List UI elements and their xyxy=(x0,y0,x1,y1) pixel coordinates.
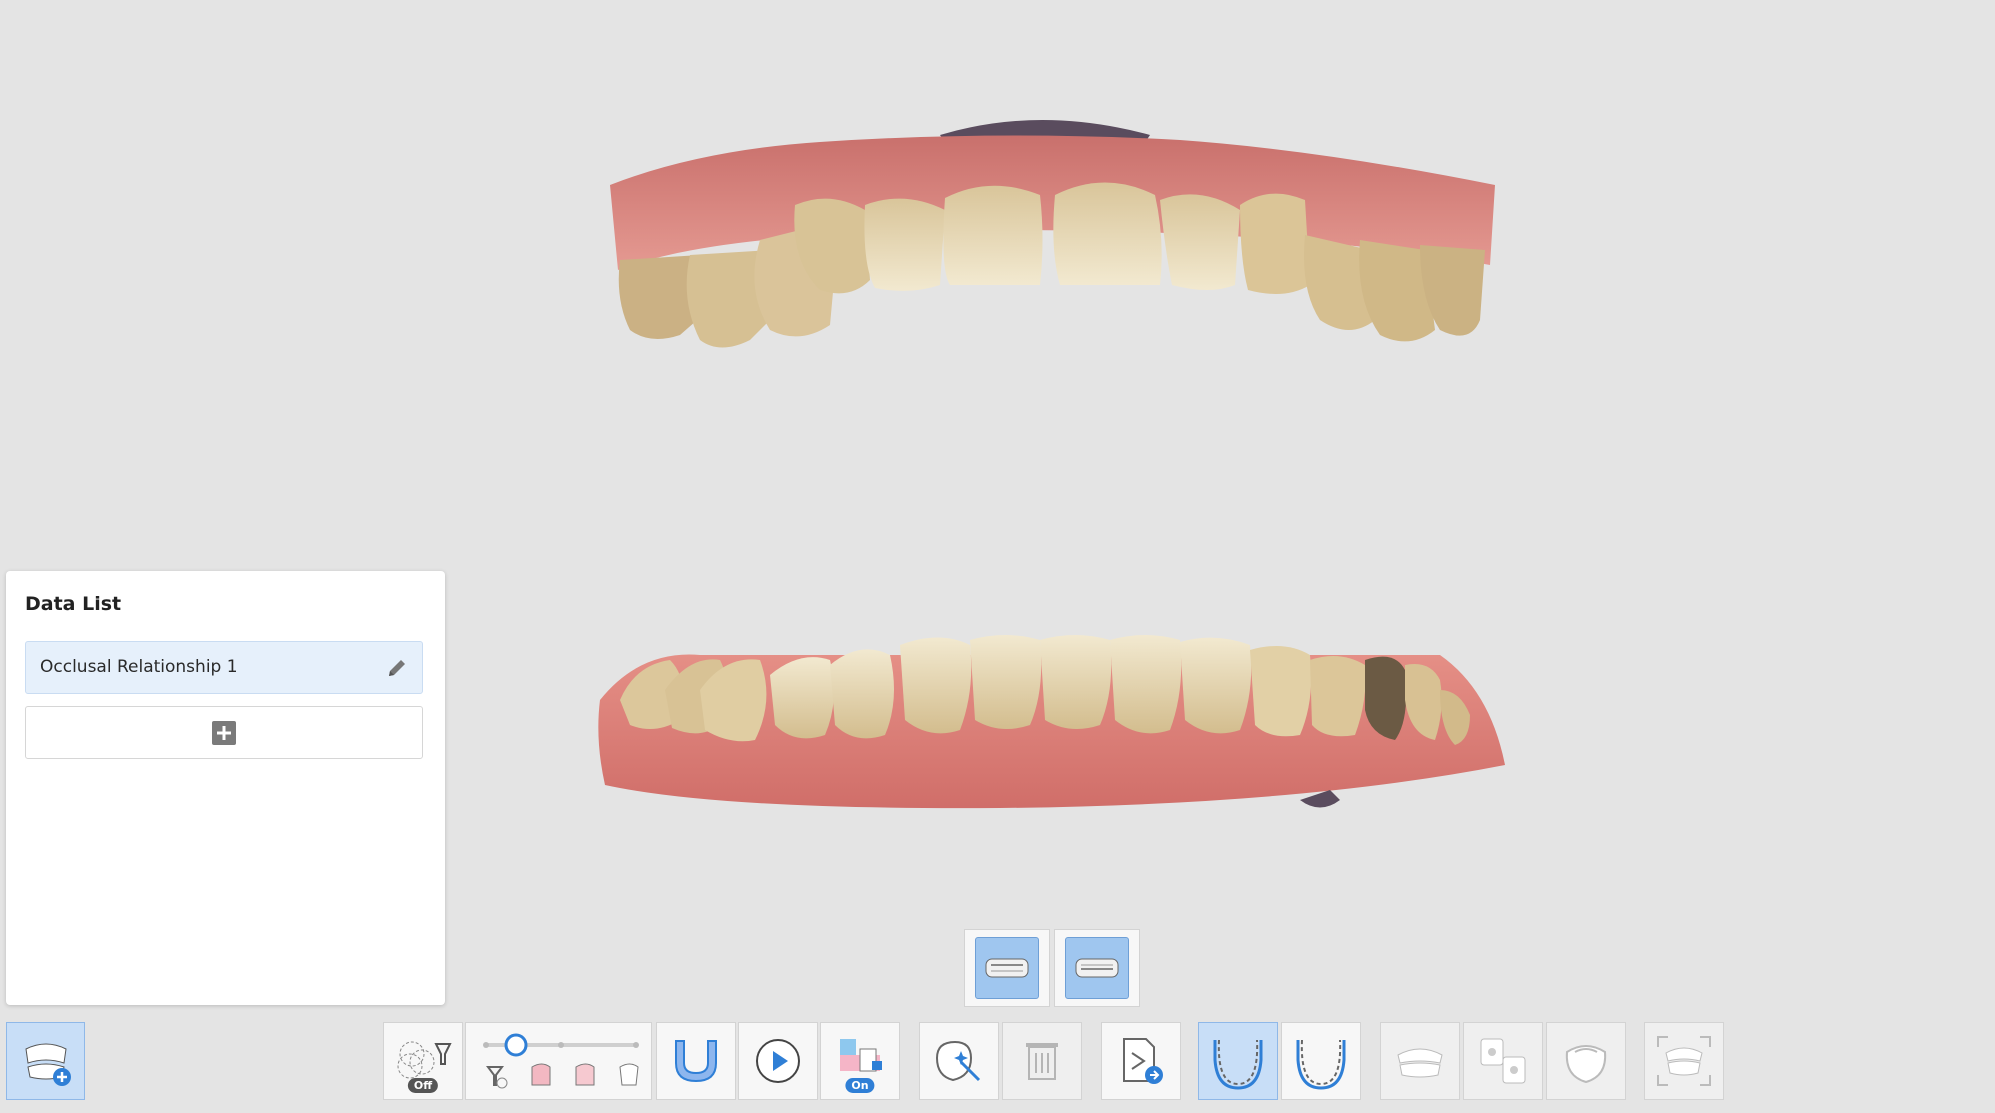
align-tool-button[interactable] xyxy=(1463,1022,1543,1100)
data-list-item[interactable]: Occlusal Relationship 1 xyxy=(25,641,423,694)
mandible-arch-button[interactable] xyxy=(1281,1022,1361,1100)
add-data-button[interactable] xyxy=(25,706,423,759)
lower-jaw-model xyxy=(598,635,1505,809)
occlusion-tool-button[interactable] xyxy=(1380,1022,1460,1100)
bite-icon xyxy=(1561,1036,1611,1086)
play-tool-button[interactable] xyxy=(738,1022,818,1100)
align-icon xyxy=(1475,1035,1531,1087)
arch-icon xyxy=(668,1037,724,1085)
plus-icon xyxy=(212,721,236,745)
bite-tool-button[interactable] xyxy=(1546,1022,1626,1100)
ai-tooth-icon xyxy=(931,1036,987,1086)
edit-icon[interactable] xyxy=(386,657,408,679)
data-item-label: Occlusal Relationship 1 xyxy=(40,657,238,677)
delete-tool-button[interactable] xyxy=(1002,1022,1082,1100)
smart-scan-slider[interactable] xyxy=(465,1022,652,1100)
trash-icon xyxy=(1020,1037,1064,1085)
occlusion-icon xyxy=(1394,1041,1446,1081)
upper-jaw-model xyxy=(610,120,1495,348)
panel-title: Data List xyxy=(25,593,122,615)
play-icon xyxy=(754,1037,802,1085)
texture-lock-badge: On xyxy=(845,1078,875,1093)
filter-toggle-badge: Off xyxy=(407,1078,439,1093)
fit-view-tool-button[interactable] xyxy=(1644,1022,1724,1100)
filter-tool-button[interactable]: Off xyxy=(383,1022,463,1100)
lock-texture-tool-button[interactable]: On xyxy=(820,1022,900,1100)
ai-tooth-tool-button[interactable] xyxy=(919,1022,999,1100)
export-icon xyxy=(1116,1035,1166,1087)
maxilla-arch-button[interactable] xyxy=(1198,1022,1278,1100)
view-lower-button[interactable] xyxy=(1054,929,1140,1007)
data-list-panel: Data List Occlusal Relationship 1 xyxy=(6,571,445,1005)
arch-tool-button[interactable] xyxy=(656,1022,736,1100)
view-upper-button[interactable] xyxy=(964,929,1050,1007)
add-data-tool-button[interactable] xyxy=(6,1022,85,1100)
maxilla-arch-icon xyxy=(1209,1032,1267,1090)
fit-view-icon xyxy=(1654,1033,1714,1089)
add-data-icon xyxy=(18,1033,74,1089)
mandible-arch-icon xyxy=(1292,1032,1350,1090)
export-tool-button[interactable] xyxy=(1101,1022,1181,1100)
